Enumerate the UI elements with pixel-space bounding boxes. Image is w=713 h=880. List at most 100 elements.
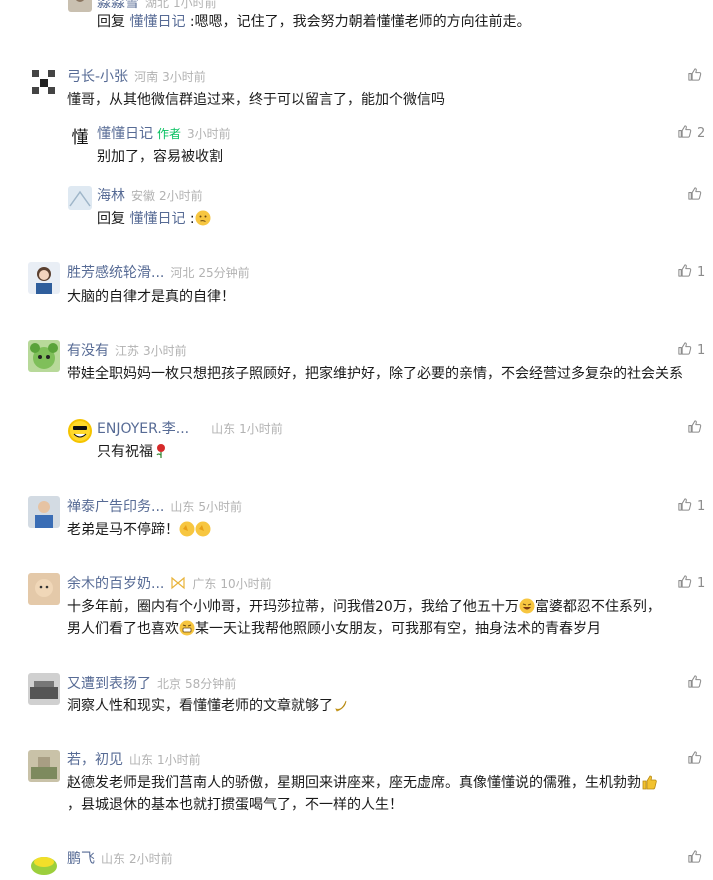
thumbs-up-icon [688, 420, 702, 433]
location-label: 北京 [157, 677, 182, 691]
reply-mention[interactable]: 懂懂日记 [129, 211, 185, 227]
like-count: 1 [697, 343, 706, 358]
thumbs-up-icon [688, 187, 702, 200]
avatar[interactable] [28, 66, 60, 98]
commenter-name[interactable]: 胜芳感统轮滑... [67, 265, 164, 281]
comment-text: 老弟是马不停蹄！ [67, 519, 211, 541]
comment-meta: 禅泰广告印务... 山东 5小时前 [67, 496, 242, 516]
comment-text: 赵德发老师是我们莒南人的骄傲，星期回来讲座来，座无虚席。真像懂懂说的儒雅，生机勃… [67, 772, 657, 794]
reply-meta: 海林 安徽 2小时前 [97, 185, 203, 205]
reply-text: 回复 懂懂日记 : [97, 208, 211, 230]
like-button[interactable]: 1 [677, 574, 705, 592]
avatar[interactable] [68, 0, 92, 12]
location-label: 江苏 [115, 344, 140, 358]
thumbs-up-icon [678, 264, 692, 277]
commenter-name[interactable]: ENJOYER.李... [97, 421, 189, 437]
commenter-name[interactable]: 又遭到表扬了 [67, 676, 151, 692]
timestamp: 3小时前 [187, 127, 231, 141]
commenter-name[interactable]: 海林 [97, 188, 125, 204]
commenter-name[interactable]: 若，初见 [67, 752, 123, 768]
avatar[interactable] [28, 848, 60, 880]
avatar[interactable]: 懂 [68, 124, 92, 148]
reply-text: 别加了，容易被收割 [97, 149, 223, 165]
like-button[interactable] [687, 67, 702, 85]
commenter-name[interactable]: 淼淼雪 [97, 0, 139, 11]
comment-text-line-2: ，县城退休的基本也就打掼蛋喝气了，不一样的人生！ [67, 797, 403, 813]
comment-body: 老弟是马不停蹄！ [67, 522, 179, 538]
timestamp: 1小时前 [239, 422, 283, 436]
avatar[interactable] [68, 419, 92, 443]
like-button[interactable] [687, 186, 702, 204]
comment-text: 懂哥，从其他微信群追过来，终于可以留言了，能加个微信吗 [67, 92, 445, 108]
thumbs-up-icon [678, 498, 692, 511]
timestamp: 3小时前 [143, 344, 187, 358]
timestamp: 1小时前 [157, 753, 201, 767]
comment-body: 洞察人性和现实，看懂懂老师的文章就够了 [67, 698, 333, 714]
comment-text: 十多年前，圈内有个小帅哥，开玛莎拉蒂，问我借20万，我给了他五十万 富婆都忍不住系… [67, 596, 661, 618]
reply-text: 只有祝福 [97, 441, 169, 463]
like-count: 1 [697, 265, 706, 280]
timestamp: 1小时前 [173, 0, 217, 10]
comment-text: 大脑的自律才是真的自律！ [67, 289, 235, 305]
comment-feed: 淼淼雪 湖北 1小时前 回复 懂懂日记 :嗯嗯，记住了，我会努力朝着懂懂老师的方向往… [0, 0, 713, 880]
like-button[interactable] [687, 419, 702, 437]
reply-meta: ENJOYER.李... 山东 1小时前 [97, 418, 283, 438]
reply-prefix: 回复 [97, 14, 125, 30]
ribbon-icon [170, 575, 186, 591]
timestamp: 5小时前 [198, 500, 243, 514]
timestamp: 10小时前 [220, 577, 272, 591]
reply-body: 只有祝福 [97, 444, 153, 460]
reply-text: 回复 懂懂日记 :嗯嗯，记住了，我会努力朝着懂懂老师的方向往前走。 [97, 11, 531, 33]
timestamp: 58分钟前 [185, 677, 237, 691]
comment-meta: 有没有 江苏 3小时前 [67, 340, 187, 360]
comment-body-part: 赵德发老师是我们莒南人的骄傲，星期回来讲座来，座无虚席。真像懂懂说的儒雅，生机勃… [67, 775, 641, 791]
grin-emoji [179, 620, 195, 636]
avatar[interactable] [28, 496, 60, 528]
reply-mention[interactable]: 懂懂日记 [129, 14, 185, 30]
commenter-name[interactable]: 鹏飞 [67, 851, 95, 867]
location-label: 广东 [192, 577, 217, 591]
comment-meta: 鹏飞 山东 2小时前 [67, 848, 173, 868]
timestamp: 2小时前 [159, 189, 203, 203]
thumbs-up-icon [678, 575, 692, 588]
avatar[interactable] [28, 573, 60, 605]
location-label: 河南 [134, 70, 159, 84]
like-button[interactable]: 2 [677, 124, 705, 142]
thumbs-up-icon [678, 342, 692, 355]
comment-body-part: 富婆都忍不住系列， [534, 599, 661, 615]
location-label: 河北 [170, 266, 195, 280]
laughing-emoji [519, 598, 535, 614]
timestamp: 2小时前 [129, 852, 173, 866]
like-button[interactable] [687, 674, 702, 692]
like-button[interactable]: 1 [677, 341, 705, 359]
thumbs-up-icon [688, 675, 702, 688]
commenter-name[interactable]: 懂懂日记 [97, 126, 153, 142]
commenter-name[interactable]: 有没有 [67, 343, 109, 359]
comment-meta: 弓长-小张 河南 3小时前 [67, 66, 206, 86]
like-button[interactable]: 1 [677, 497, 705, 515]
reply-body: :嗯嗯，记住了，我会努力朝着懂懂老师的方向往前走。 [185, 14, 531, 30]
avatar[interactable] [28, 262, 60, 294]
location-label: 湖北 [145, 0, 170, 10]
avatar[interactable] [68, 186, 92, 210]
like-count: 1 [697, 499, 706, 514]
timestamp: 25分钟前 [198, 266, 250, 280]
author-tag: 作者 [157, 127, 182, 141]
location-label: 安徽 [131, 189, 156, 203]
like-count: 1 [697, 576, 706, 591]
like-button[interactable] [687, 750, 702, 768]
thumbs-up-icon [688, 751, 702, 764]
avatar[interactable] [28, 673, 60, 705]
clap-emoji [179, 521, 195, 537]
avatar[interactable] [28, 340, 60, 372]
reply-body: : [185, 211, 195, 227]
comment-text: 洞察人性和现实，看懂懂老师的文章就够了 [67, 695, 349, 717]
location-label: 山东 [129, 753, 154, 767]
like-button[interactable] [687, 849, 702, 867]
avatar[interactable] [28, 750, 60, 782]
banana-emoji [333, 697, 349, 713]
commenter-name[interactable]: 弓长-小张 [67, 69, 128, 85]
like-button[interactable]: 1 [677, 263, 705, 281]
commenter-name[interactable]: 余木的百岁奶... [67, 576, 164, 592]
commenter-name[interactable]: 禅泰广告印务... [67, 499, 164, 515]
